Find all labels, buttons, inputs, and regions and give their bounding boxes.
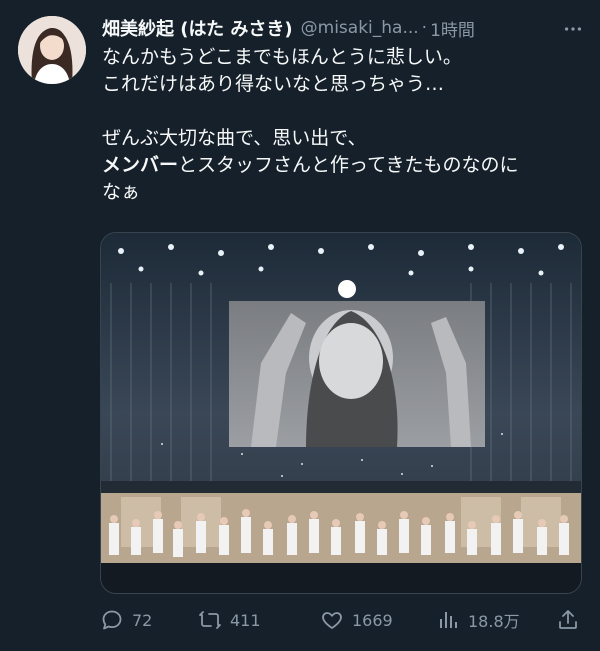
view-count: 18.8万: [468, 612, 520, 631]
retweet-button[interactable]: 411: [198, 606, 261, 634]
tweet[interactable]: 畑美紗起 (はた みさき) @misaki_ha... · 1時間 なんかもうど…: [0, 0, 600, 651]
tweet-photo[interactable]: [100, 232, 582, 594]
tweet-line-2: これだけはあり得ないなと思っちゃう…: [102, 73, 445, 95]
retweet-count: 411: [230, 610, 261, 630]
display-name[interactable]: 畑美紗起 (はた みさき): [102, 15, 293, 41]
analytics-icon: [440, 612, 457, 628]
tweet-text: なんかもうどこまでもほんとうに悲しい。 これだけはあり得ないなと思っちゃう… ぜ…: [102, 44, 582, 206]
reply-count: 72: [132, 610, 153, 630]
user-handle[interactable]: @misaki_ha...: [301, 18, 419, 38]
tweet-line-4: メンバーとスタッフさんと作ってきたものなのに: [102, 152, 582, 179]
bold-word: メンバー: [102, 154, 179, 176]
concert-photo: [101, 233, 581, 593]
like-count: 1669: [352, 610, 393, 630]
tweet-header: 畑美紗起 (はた みさき) @misaki_ha... · 1時間: [102, 14, 584, 42]
more-icon[interactable]: [562, 18, 584, 40]
tweet-line-3: ぜんぶ大切な曲で、思い出で、: [102, 127, 367, 149]
reply-icon: [102, 610, 122, 630]
tweet-line-5: なぁ: [102, 181, 141, 203]
retweet-icon: [199, 611, 221, 629]
reply-button[interactable]: 72: [100, 606, 152, 634]
tweet-line-1: なんかもうどこまでもほんとうに悲しい。: [102, 46, 462, 68]
separator: ·: [421, 18, 428, 38]
share-icon: [559, 610, 577, 629]
share-button[interactable]: [556, 606, 580, 634]
timestamp[interactable]: 1時間: [430, 16, 475, 41]
like-button[interactable]: 1669: [320, 606, 393, 634]
tweet-actions: 72 411 1669 18.8万: [100, 600, 584, 640]
views-button[interactable]: 18.8万: [436, 606, 520, 634]
heart-icon: [322, 612, 342, 629]
avatar[interactable]: [18, 16, 86, 84]
tweet-line-4-rest: とスタッフさんと作ってきたものなのに: [178, 154, 519, 176]
